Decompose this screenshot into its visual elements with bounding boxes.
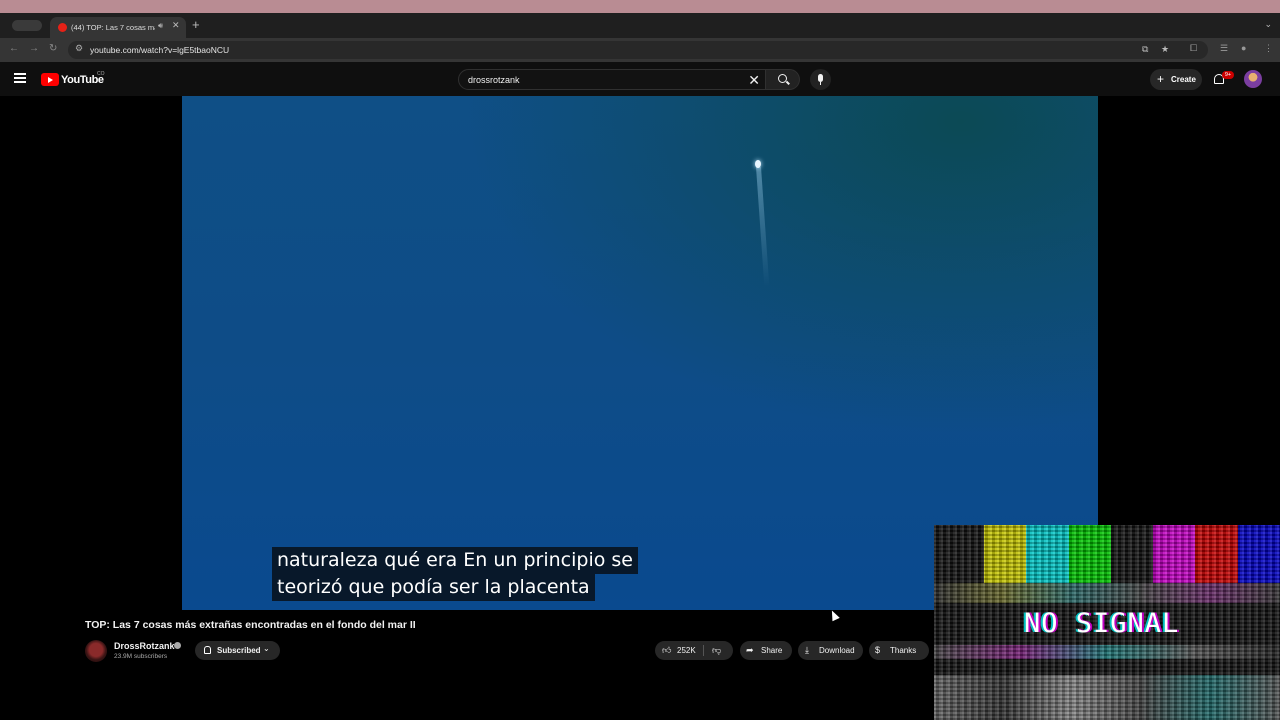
speaker-icon[interactable]: 🔊︎ — [158, 21, 163, 31]
verified-check-icon — [174, 642, 181, 649]
reading-list-icon[interactable]: ☰ — [1220, 43, 1228, 54]
hamburger-menu-icon[interactable] — [14, 73, 26, 83]
subscriber-count: 23.9M subscribers — [114, 653, 168, 660]
subscribed-label: Subscribed — [217, 646, 261, 655]
share-arrow-icon: ➦ — [746, 645, 754, 655]
no-signal-text: NO SIGNAL — [1024, 608, 1180, 639]
bell-icon — [204, 646, 211, 654]
new-tab-plus-icon[interactable]: + — [192, 17, 200, 33]
browser-toolbar: ← → ↻ ⚙︎ youtube.com/watch?v=lgE5tbaoNCU… — [0, 38, 1280, 62]
channel-avatar[interactable] — [85, 640, 107, 662]
back-arrow-icon[interactable]: ← — [9, 43, 19, 55]
microphone-base — [820, 82, 821, 85]
kebab-menu-icon[interactable]: ⋮ — [1264, 43, 1273, 54]
site-settings-icon[interactable]: ⚙︎ — [75, 43, 83, 54]
plus-icon: + — [1157, 72, 1165, 86]
install-app-icon[interactable]: ⧉ — [1142, 44, 1148, 55]
caption-line: teorizó que podía ser la placenta — [272, 574, 595, 601]
forward-arrow-icon[interactable]: → — [29, 43, 39, 55]
address-bar[interactable]: ⚙︎ youtube.com/watch?v=lgE5tbaoNCU ⧉ ★ — [68, 41, 1208, 59]
download-button[interactable]: ⤓ Download — [798, 641, 863, 660]
profile-icon[interactable]: ● — [1241, 43, 1246, 53]
channel-name[interactable]: DrossRotzank — [114, 641, 175, 651]
clear-search-icon[interactable]: ✕ — [748, 72, 760, 88]
create-button[interactable]: + Create — [1150, 69, 1202, 90]
chevron-down-icon: ⌄ — [263, 644, 270, 653]
voice-search-button[interactable] — [810, 69, 831, 90]
close-icon[interactable]: ✕ — [172, 20, 180, 31]
chevron-down-icon[interactable]: ⌄ — [1264, 19, 1272, 30]
download-label: Download — [819, 646, 855, 655]
search-button[interactable] — [766, 69, 800, 90]
thumbs-up-icon[interactable]: 👍︎ — [662, 644, 671, 656]
video-title: TOP: Las 7 cosas más extrañas encontrada… — [85, 619, 416, 631]
microphone-icon — [818, 74, 823, 82]
notifications-badge: 9+ — [1222, 71, 1234, 79]
like-dislike-group: 👍︎ 252K 👎︎ — [655, 641, 733, 660]
video-light-source — [755, 160, 761, 168]
macos-menu-bar — [0, 0, 1280, 13]
bookmark-star-icon[interactable]: ★ — [1161, 44, 1169, 55]
create-label: Create — [1171, 75, 1196, 84]
subscribed-button[interactable]: Subscribed ⌄ — [195, 641, 280, 660]
video-captions: naturaleza qué era En un principio se te… — [272, 547, 638, 601]
youtube-play-icon — [41, 73, 59, 86]
country-code-badge: CO — [97, 71, 105, 77]
like-count[interactable]: 252K — [677, 646, 696, 655]
account-avatar[interactable] — [1244, 70, 1262, 88]
browser-tab-strip: (44) TOP: Las 7 cosas más 🔊︎ ✕ + ⌄ — [0, 13, 1280, 38]
search-input[interactable]: drossrotzank ✕ — [458, 69, 766, 90]
url-text: youtube.com/watch?v=lgE5tbaoNCU — [90, 45, 230, 55]
thumbs-down-icon[interactable]: 👎︎ — [712, 644, 721, 656]
no-signal-overlay: NO SIGNAL — [934, 525, 1280, 720]
youtube-favicon-icon — [58, 23, 67, 32]
share-button[interactable]: ➦ Share — [740, 641, 792, 660]
share-label: Share — [761, 646, 783, 655]
youtube-header: YouTube CO drossrotzank ✕ + Create 9+ — [0, 62, 1280, 96]
browser-tab-active[interactable]: (44) TOP: Las 7 cosas más 🔊︎ ✕ — [50, 17, 186, 38]
video-light-trail — [756, 166, 770, 287]
thanks-button[interactable]: $ Thanks — [869, 641, 929, 660]
tab-title: (44) TOP: Las 7 cosas más — [71, 23, 155, 32]
screen: (44) TOP: Las 7 cosas más 🔊︎ ✕ + ⌄ ← → ↻… — [0, 0, 1280, 720]
mouse-cursor — [828, 608, 840, 622]
search-query: drossrotzank — [468, 75, 520, 85]
download-icon: ⤓ — [805, 645, 809, 655]
thanks-label: Thanks — [890, 646, 917, 655]
caption-line: naturaleza qué era En un principio se — [272, 547, 638, 574]
like-divider — [703, 645, 704, 656]
search-icon — [778, 74, 787, 83]
extensions-icon[interactable]: ⧠ — [1190, 43, 1197, 54]
reload-icon[interactable]: ↻ — [49, 43, 57, 55]
thanks-icon: $ — [875, 645, 881, 655]
tab-group-pill[interactable] — [12, 20, 42, 31]
